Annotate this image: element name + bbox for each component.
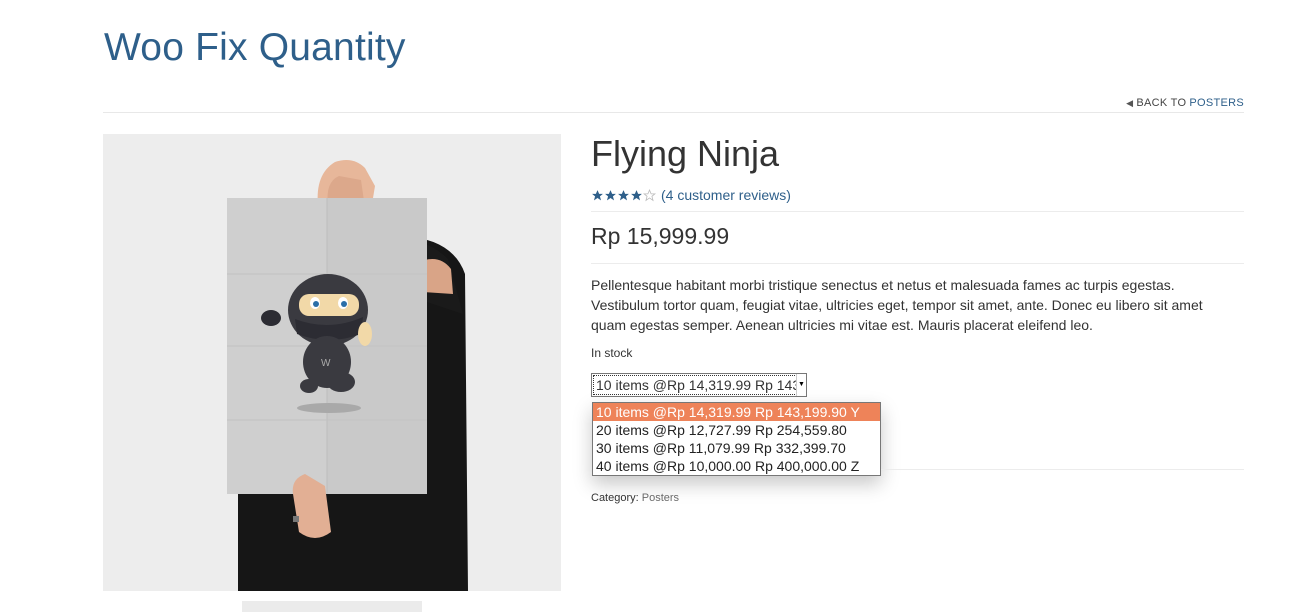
- product-thumbnail[interactable]: [242, 601, 422, 612]
- product-price: Rp 15,999.99: [591, 223, 730, 249]
- svg-text:W: W: [321, 358, 331, 369]
- product-summary: Flying Ninja (4 customer reviews) Rp 15,…: [591, 130, 1244, 504]
- category-link[interactable]: Posters: [642, 492, 679, 504]
- category-label: Category:: [591, 492, 639, 504]
- quantity-option[interactable]: 40 items @Rp 10,000.00 Rp 400,000.00 Z: [593, 457, 880, 475]
- ninja-poster-illustration: W: [103, 134, 561, 591]
- star-filled-icon: [618, 189, 629, 200]
- rating-row: (4 customer reviews): [591, 187, 791, 203]
- back-category-link[interactable]: POSTERS: [1189, 97, 1244, 109]
- product-description: Pellentesque habitant morbi tristique se…: [591, 277, 1203, 333]
- site-title[interactable]: Woo Fix Quantity: [104, 24, 406, 72]
- star-rating: [591, 188, 656, 202]
- back-to-category-link[interactable]: ◀ BACK TO POSTERS: [1126, 97, 1244, 109]
- back-prefix: BACK TO: [1136, 97, 1187, 109]
- customer-reviews-link[interactable]: (4 customer reviews): [661, 187, 791, 203]
- divider: [881, 469, 1244, 470]
- divider: [591, 211, 1244, 212]
- quantity-select-value: 10 items @Rp 14,319.99 Rp 143,199.90 Y: [596, 377, 796, 393]
- quantity-dropdown-list: 10 items @Rp 14,319.99 Rp 143,199.90 Y 2…: [592, 402, 881, 476]
- product-meta: Category: Posters: [591, 492, 679, 504]
- header-divider: [103, 112, 1244, 113]
- star-filled-icon: [592, 189, 603, 200]
- star-filled-icon: [631, 189, 642, 200]
- arrow-left-icon: ◀: [1126, 97, 1134, 108]
- quantity-option[interactable]: 20 items @Rp 12,727.99 Rp 254,559.80: [593, 421, 880, 439]
- stock-status: In stock: [591, 346, 633, 360]
- quantity-select[interactable]: 10 items @Rp 14,319.99 Rp 143,199.90 Y ▼: [591, 373, 807, 397]
- star-empty-icon: [643, 188, 656, 201]
- chevron-down-icon[interactable]: ▼: [796, 374, 806, 396]
- star-filled-icon: [605, 189, 616, 200]
- divider: [591, 263, 1244, 264]
- product-title: Flying Ninja: [591, 133, 780, 174]
- quantity-option[interactable]: 10 items @Rp 14,319.99 Rp 143,199.90 Y: [593, 403, 880, 421]
- quantity-option[interactable]: 30 items @Rp 11,079.99 Rp 332,399.70: [593, 439, 880, 457]
- product-image[interactable]: W: [103, 134, 561, 591]
